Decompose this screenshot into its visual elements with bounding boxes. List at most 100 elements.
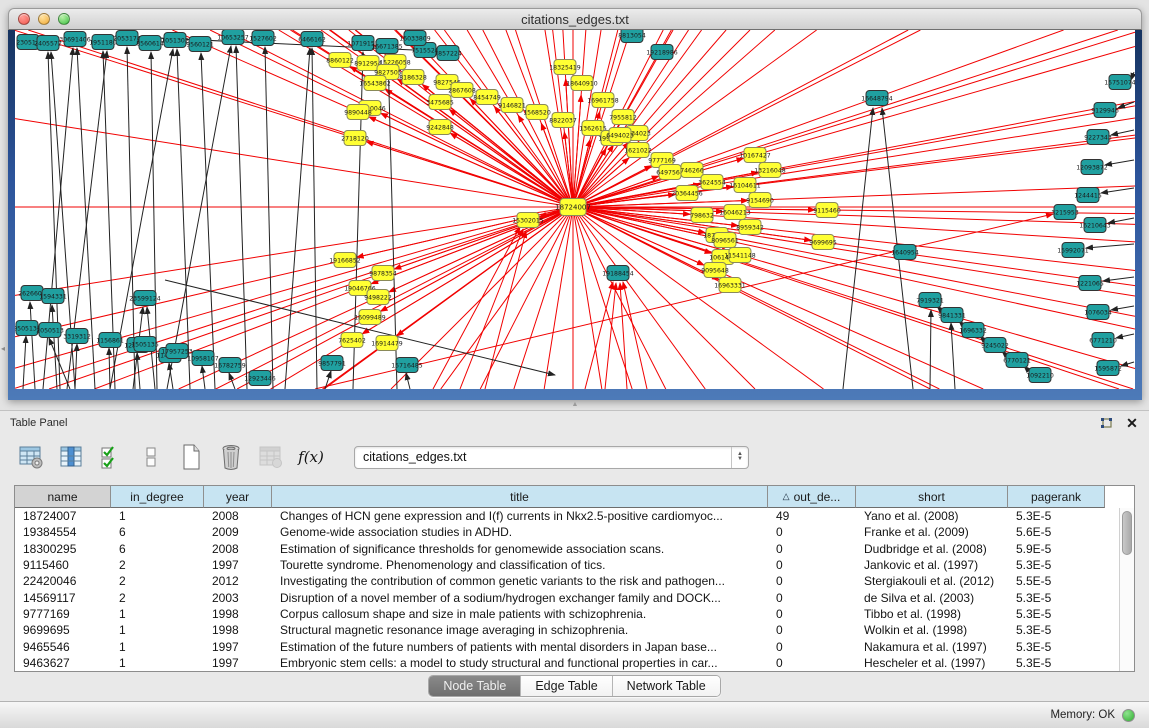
citation-edge-red[interactable] bbox=[369, 117, 573, 207]
table-cell: 18724007 bbox=[15, 509, 111, 523]
citation-graph[interactable]: 2305142405572306914061951180205317485606… bbox=[15, 30, 1135, 389]
graph-node-label: 15302015 bbox=[512, 218, 544, 225]
table-row[interactable]: 946362711997Embryonic stem cells: a mode… bbox=[15, 655, 1119, 671]
citation-edge-red[interactable] bbox=[15, 207, 573, 388]
graph-node-label: 8959342 bbox=[736, 225, 764, 232]
citation-edge-red[interactable] bbox=[15, 207, 573, 295]
scrollbar-thumb[interactable] bbox=[1122, 511, 1132, 555]
table-cell: 49 bbox=[768, 509, 856, 523]
citation-edge-red[interactable] bbox=[573, 207, 705, 389]
citation-edge-black[interactable] bbox=[201, 53, 215, 389]
table-cell: 19384554 bbox=[15, 525, 111, 539]
table-dropdown[interactable]: citations_edges.txt ▲▼ bbox=[354, 446, 749, 469]
citation-edge-black[interactable] bbox=[109, 348, 110, 389]
column-header-year[interactable]: year bbox=[204, 486, 272, 508]
graph-node-label: 1092210 bbox=[1026, 373, 1054, 380]
table-cell: 9465546 bbox=[15, 640, 111, 654]
citation-edge-red[interactable] bbox=[397, 207, 573, 336]
table-row[interactable]: 1872400712008Changes of HCN gene express… bbox=[15, 508, 1119, 524]
table-row[interactable]: 1938455462009Genome-wide association stu… bbox=[15, 524, 1119, 540]
graph-node-label: 9227343 bbox=[1084, 135, 1112, 142]
sort-ascending-icon: △ bbox=[783, 491, 790, 502]
delete-columns-button[interactable] bbox=[216, 442, 246, 472]
tab-node-table[interactable]: Node Table bbox=[429, 676, 521, 696]
split-grip-icon[interactable]: ▲ bbox=[570, 402, 580, 408]
citation-edge-black[interactable] bbox=[236, 46, 247, 389]
dropdown-stepper-icon[interactable]: ▲▼ bbox=[731, 447, 748, 468]
close-panel-icon[interactable]: ✕ bbox=[1125, 416, 1139, 430]
tab-edge-table[interactable]: Edge Table bbox=[521, 676, 612, 696]
citation-edge-black[interactable] bbox=[23, 336, 26, 389]
function-builder-button[interactable]: f(x) bbox=[296, 442, 326, 472]
unselect-columns-button[interactable] bbox=[136, 442, 166, 472]
citation-edge-black[interactable] bbox=[229, 373, 235, 389]
citation-edge-black[interactable] bbox=[1121, 362, 1134, 366]
tab-network-table[interactable]: Network Table bbox=[613, 676, 720, 696]
citation-edge-black[interactable] bbox=[1086, 244, 1134, 248]
citation-edge-black[interactable] bbox=[1108, 218, 1134, 223]
graph-node-label: 7919321 bbox=[916, 298, 944, 305]
table-row[interactable]: 946554611997Estimation of the future num… bbox=[15, 638, 1119, 654]
graph-node-label: 2718120 bbox=[341, 136, 369, 143]
citation-edge-red[interactable] bbox=[441, 207, 573, 389]
west-panel-collapse-handle[interactable]: ◂ bbox=[1, 344, 7, 354]
citation-edge-black[interactable] bbox=[951, 323, 955, 389]
graph-node-label: 10958107 bbox=[187, 356, 219, 363]
column-header-pagerank[interactable]: pagerank bbox=[1008, 486, 1105, 508]
select-all-columns-button[interactable] bbox=[96, 442, 126, 472]
show-columns-button[interactable] bbox=[56, 442, 86, 472]
column-header-title[interactable]: title bbox=[272, 486, 768, 508]
citation-edge-red[interactable] bbox=[605, 283, 616, 389]
table-body: 1872400712008Changes of HCN gene express… bbox=[15, 508, 1119, 671]
citation-edge-red[interactable] bbox=[381, 113, 573, 207]
column-header-name[interactable]: name bbox=[15, 486, 111, 508]
citation-edge-black[interactable] bbox=[406, 373, 410, 389]
create-column-button[interactable] bbox=[176, 442, 206, 472]
graph-node-label: 9115460 bbox=[813, 208, 841, 215]
network-canvas[interactable]: 2305142405572306914061951180205317485606… bbox=[15, 30, 1135, 389]
table-row[interactable]: 1456911722003Disruption of a novel membe… bbox=[15, 589, 1119, 605]
column-header-short[interactable]: short bbox=[856, 486, 1008, 508]
table-cell: Genome-wide association studies in ADHD. bbox=[272, 525, 768, 539]
citation-edge-black[interactable] bbox=[177, 49, 190, 389]
window-titlebar[interactable]: citations_edges.txt bbox=[8, 8, 1142, 30]
table-row[interactable]: 977716911998Corpus callosum shape and si… bbox=[15, 606, 1119, 622]
function-icon: f(x) bbox=[298, 448, 324, 466]
vertical-scrollbar[interactable] bbox=[1119, 508, 1134, 671]
citation-edge-red[interactable] bbox=[573, 30, 702, 207]
table-row[interactable]: 2242004622012Investigating the contribut… bbox=[15, 573, 1119, 589]
citation-edge-black[interactable] bbox=[30, 302, 35, 389]
float-panel-icon[interactable] bbox=[1099, 416, 1113, 430]
column-header-in-degree[interactable]: in_degree bbox=[111, 486, 204, 508]
citation-edge-black[interactable] bbox=[167, 46, 231, 389]
table-cell: 14569117 bbox=[15, 591, 111, 605]
memory-status-indicator[interactable] bbox=[1122, 709, 1135, 722]
citation-edge-red[interactable] bbox=[573, 207, 632, 389]
table-dropdown-value: citations_edges.txt bbox=[355, 450, 731, 464]
citation-edge-red[interactable] bbox=[620, 283, 627, 389]
citation-edge-black[interactable] bbox=[1116, 334, 1134, 338]
citation-edge-black[interactable] bbox=[1111, 130, 1134, 135]
table-cell: 1997 bbox=[204, 640, 272, 654]
table-mode-button[interactable] bbox=[16, 442, 46, 472]
table-row[interactable]: 911546021997Tourette syndrome. Phenomeno… bbox=[15, 557, 1119, 573]
table-row[interactable]: 1830029562008Estimation of significance … bbox=[15, 541, 1119, 557]
citation-edge-black[interactable] bbox=[930, 310, 931, 389]
citation-edge-red[interactable] bbox=[573, 145, 613, 207]
citation-edge-black[interactable] bbox=[1101, 188, 1134, 193]
citation-edge-red[interactable] bbox=[357, 207, 573, 257]
citation-edge-red[interactable] bbox=[15, 119, 573, 207]
graph-node-label: 1640954 bbox=[891, 250, 919, 257]
citation-edge-black[interactable] bbox=[285, 48, 310, 389]
citation-edge-black[interactable] bbox=[312, 48, 317, 389]
citation-edge-black[interactable] bbox=[1111, 306, 1134, 310]
split-divider[interactable]: ▲ bbox=[0, 400, 1149, 410]
citation-edge-black[interactable] bbox=[1103, 277, 1134, 281]
citation-edge-black[interactable] bbox=[1105, 160, 1134, 165]
citation-edge-black[interactable] bbox=[265, 47, 273, 389]
citation-edge-red[interactable] bbox=[389, 207, 573, 292]
column-header-out-de-[interactable]: △out_de... bbox=[768, 486, 856, 508]
graph-node-label: 9129946 bbox=[1091, 108, 1119, 115]
node-table[interactable]: namein_degreeyeartitle△out_de...shortpag… bbox=[14, 485, 1135, 672]
table-row[interactable]: 969969511998Structural magnetic resonanc… bbox=[15, 622, 1119, 638]
